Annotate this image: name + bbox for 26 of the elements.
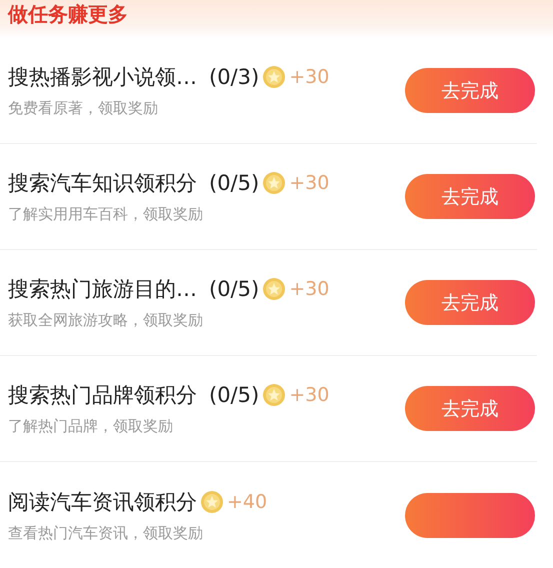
reward-points: +30 (289, 278, 330, 300)
coin-icon (263, 384, 286, 406)
complete-button[interactable]: 去完成 (405, 174, 535, 219)
task-title: 搜索汽车知识领积分 (8, 170, 197, 197)
complete-button[interactable]: 去完成 (405, 386, 535, 431)
task-description: 了解实用用车百科，领取奖励 (8, 205, 204, 224)
task-description: 获取全网旅游攻略，领取奖励 (8, 311, 204, 330)
coin-icon (263, 278, 286, 300)
task-description: 查看热门汽车资讯，领取奖励 (8, 524, 204, 542)
coin-icon (263, 172, 286, 194)
complete-button[interactable] (405, 492, 535, 538)
reward-points: +30 (289, 172, 330, 194)
section-title: 做任务赚更多 (8, 2, 128, 26)
reward-points: +40 (227, 490, 268, 512)
task-title: 搜热播影视小说领… (8, 64, 197, 91)
task-title: 搜索热门旅游目的… (8, 276, 197, 303)
reward-points: +30 (289, 384, 330, 406)
complete-button[interactable]: 去完成 (405, 68, 535, 113)
task-title: 搜索热门品牌领积分 (8, 382, 197, 409)
coin-icon (263, 66, 286, 88)
reward-points: +30 (289, 66, 330, 88)
task-description: 免费看原著，领取奖励 (8, 99, 159, 118)
task-title: 阅读汽车资讯领积分 (8, 488, 197, 516)
coin-icon (201, 490, 223, 512)
complete-button[interactable]: 去完成 (405, 280, 535, 325)
task-description: 了解热门品牌，领取奖励 (8, 417, 174, 436)
